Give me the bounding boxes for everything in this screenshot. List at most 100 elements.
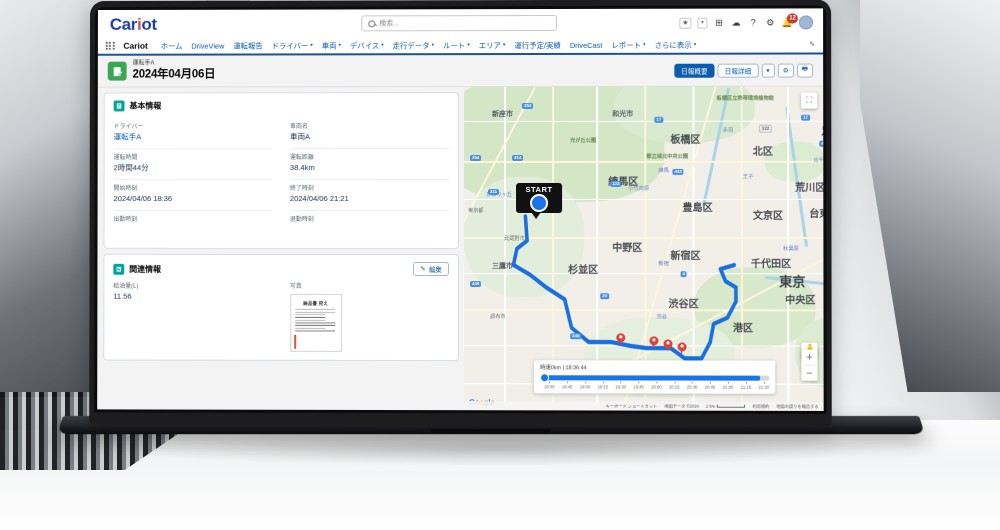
terms-link[interactable]: 利用規約 [752, 403, 769, 409]
help-icon[interactable]: ? [748, 17, 759, 28]
cloud-icon[interactable]: ☁ [731, 17, 742, 28]
edit-nav-icon[interactable]: ✎ [809, 40, 815, 48]
cariot-app: Cariot 検索... ★ ▾ ⊞ ☁ ? ⚙ 🔔 12 [97, 8, 824, 411]
nav-label-4: 車両 [321, 40, 337, 50]
zoom-in-button[interactable]: + [801, 350, 817, 365]
event-marker[interactable] [663, 338, 673, 352]
playback-status: 時速0km | 18:36:44 [540, 363, 769, 371]
start-marker[interactable]: START [516, 182, 563, 219]
receipt-line [294, 314, 325, 316]
nav-item-1[interactable]: DriveView [191, 41, 224, 50]
field-value-driver[interactable]: 運転手A [114, 132, 272, 143]
app-launcher-icon[interactable] [105, 41, 115, 51]
fullscreen-icon[interactable]: ⛶ [801, 92, 818, 109]
field-photo: 写真 納品書 控え [289, 283, 449, 353]
playback-slider[interactable] [540, 372, 770, 382]
playback-handle[interactable] [540, 372, 550, 382]
avatar[interactable] [798, 15, 814, 30]
favorites-icon[interactable]: ★ [679, 17, 692, 29]
daily-report-summary-button[interactable]: 日報概要 [674, 63, 715, 78]
tick-6: 20:00 [651, 382, 662, 389]
nav-label-9: 運行予定/実績 [514, 40, 561, 50]
nav-item-2[interactable]: 運転報告 [233, 40, 262, 51]
nav-item-0[interactable]: ホーム [161, 40, 183, 51]
nav-item-3[interactable]: ドライバー ▾ [272, 40, 313, 51]
related-info-fields: 給油量(L) 11.56 写真 納品書 控え [113, 283, 449, 353]
field-vehicle: 車両名 車両A [289, 117, 450, 149]
nav-item-8[interactable]: エリア ▾ [479, 40, 506, 51]
more-actions-dropdown[interactable]: ▾ [761, 63, 775, 78]
edit-button[interactable]: ✎ 編集 [413, 261, 449, 277]
event-marker[interactable] [677, 341, 687, 355]
settings-button[interactable]: ⚙ [777, 63, 794, 78]
playback-track[interactable] [547, 374, 770, 381]
chevron-down-icon: ▾ [502, 42, 506, 49]
field-value-distance: 38.4km [289, 163, 315, 173]
field-label: 開始時刻 [113, 185, 138, 192]
nav-item-4[interactable]: 車両 ▾ [322, 40, 341, 51]
laptop-bezel: Cariot 検索... ★ ▾ ⊞ ☁ ? ⚙ 🔔 12 [94, 5, 827, 415]
nav-label-1: DriveView [191, 41, 225, 51]
daily-report-icon [107, 61, 127, 81]
add-app-icon[interactable]: ⊞ [713, 17, 724, 28]
field-drive-time: 運転時間 2時間44分 [113, 148, 273, 180]
marker-tip [651, 342, 656, 349]
zoom-out-button[interactable]: − [801, 366, 817, 381]
laptop-shadow [120, 432, 880, 466]
receipt-line [294, 322, 335, 324]
chevron-down-icon: ▾ [381, 42, 384, 49]
field-label: 給油量(L) [113, 283, 139, 290]
playback-timeline[interactable]: 時速0km | 18:36:44 18:30 18:45 19:00 19:15… [534, 360, 776, 394]
marker-tip [665, 345, 670, 352]
gear-icon[interactable]: ⚙ [765, 17, 776, 28]
search-placeholder: 検索... [379, 20, 400, 28]
playback-ticks: 18:30 18:45 19:00 19:15 19:30 19:45 20:0… [540, 382, 769, 389]
report-error-link[interactable]: 地図の誤りを報告する [776, 403, 818, 409]
playback-fill [547, 374, 761, 381]
receipt-line [294, 311, 335, 313]
receipt-accent [293, 335, 296, 350]
receipt-line [294, 319, 325, 321]
tick-8: 20:30 [687, 383, 698, 390]
nav-item-6[interactable]: 走行データ ▾ [393, 40, 434, 51]
app-navigation-bar: Cariot ホーム DriveView 運転報告 ドライバー ▾ 車両 ▾ デバイ… [97, 36, 824, 56]
search-icon [368, 19, 376, 27]
chevron-down-icon: ▾ [643, 41, 646, 48]
nav-item-11[interactable]: レポート ▾ [611, 39, 645, 50]
tick-0: 18:30 [544, 382, 555, 389]
notifications-icon[interactable]: 🔔 12 [782, 12, 798, 28]
event-marker[interactable] [649, 335, 659, 349]
map-panel[interactable]: 新座市 和光市 板橋区 北区 足立 練馬区 荒川区 豊島区 文京区 台東区 中野… [463, 86, 824, 411]
tick-5: 19:45 [633, 382, 644, 389]
chevron-down-icon: ▾ [467, 42, 470, 49]
marker-dot [680, 344, 684, 347]
event-marker[interactable] [616, 332, 626, 346]
related-info-icon [113, 263, 125, 275]
field-value-clock-in [113, 225, 272, 235]
nav-item-12[interactable]: さらに表示 ▾ [655, 39, 697, 50]
receipt-line [294, 308, 335, 310]
favorites-dropdown-icon[interactable]: ▾ [697, 17, 708, 29]
right-decor-slab [822, 0, 1000, 420]
field-fuel: 給油量(L) 11.56 [113, 283, 272, 352]
route-map[interactable]: 新座市 和光市 板橋区 北区 足立 練馬区 荒川区 豊島区 文京区 台東区 中野… [463, 86, 824, 411]
nav-item-9[interactable]: 運行予定/実績 [514, 39, 560, 50]
field-start-time: 開始時刻 2024/04/06 18:36 [113, 179, 272, 211]
record-title-block: 運転手A 2024年04月06日 [133, 61, 216, 83]
receipt-photo-thumbnail[interactable]: 納品書 控え [289, 294, 342, 353]
keyboard-shortcuts-link[interactable]: キーボード ショートカット [606, 403, 658, 409]
nav-item-10[interactable]: DriveCast [570, 40, 603, 49]
notification-badge: 12 [787, 12, 798, 23]
map-data-credit: 地図データ ©2024 [664, 403, 700, 409]
cariot-logo[interactable]: Cariot [106, 14, 157, 33]
global-header-actions: ★ ▾ ⊞ ☁ ? ⚙ 🔔 12 [679, 12, 815, 30]
nav-item-7[interactable]: ルート ▾ [443, 40, 470, 51]
print-button[interactable]: 🖶 [796, 63, 814, 78]
global-search-box[interactable]: 検索... [361, 14, 558, 32]
field-driver: ドライバー 運転手A [113, 117, 273, 149]
page-body: 基本情報 ドライバー 運転手A 車両名 車両A 運転時間 2時間44分 運転距離… [97, 86, 824, 411]
chevron-down-icon: ▾ [431, 42, 435, 49]
nav-item-5[interactable]: デバイス ▾ [350, 40, 384, 51]
field-value-end-time: 2024/04/06 21:21 [289, 194, 349, 204]
daily-report-detail-button[interactable]: 日報詳細 [717, 63, 759, 78]
